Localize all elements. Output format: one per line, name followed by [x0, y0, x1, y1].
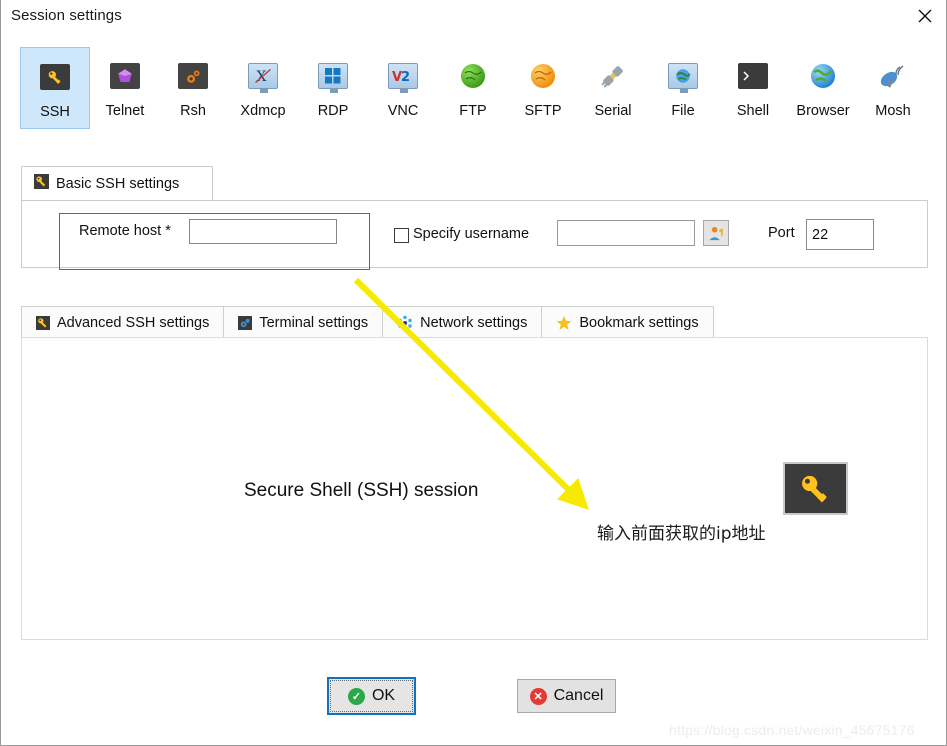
user-key-icon-button[interactable] — [703, 220, 729, 246]
yellow-key-icon — [34, 174, 49, 194]
tab-label: Bookmark settings — [579, 314, 699, 331]
protocol-label: Shell — [736, 103, 770, 119]
protocol-label: Telnet — [105, 103, 145, 119]
check-circle-icon: ✓ — [347, 687, 365, 705]
ok-button[interactable]: ✓ OK — [327, 677, 416, 715]
port-label: Port — [768, 225, 795, 241]
protocol-label: SFTP — [524, 103, 562, 119]
watermark: https://blog.csdn.net/weixin_45675176 — [669, 722, 915, 738]
star-icon — [556, 315, 572, 331]
key-icon — [783, 462, 848, 515]
protocol-label: RDP — [317, 103, 349, 119]
protocol-shell[interactable]: Shell — [718, 47, 788, 129]
plug-icon — [596, 59, 630, 93]
protocol-sftp[interactable]: SFTP — [508, 47, 578, 129]
tab-bookmark-settings[interactable]: Bookmark settings — [541, 306, 714, 338]
protocol-rsh[interactable]: Rsh — [158, 47, 228, 129]
remote-host-label: Remote host * — [79, 223, 171, 239]
terminal-icon — [736, 59, 770, 93]
tab-label: Network settings — [420, 314, 528, 331]
window-title: Session settings — [11, 7, 122, 24]
protocol-serial[interactable]: Serial — [578, 47, 648, 129]
protocol-vnc[interactable]: V2 VNC — [368, 47, 438, 129]
protocol-label: Mosh — [875, 103, 911, 119]
title-bar: Session settings — [1, 0, 946, 35]
protocol-rdp[interactable]: RDP — [298, 47, 368, 129]
globe-monitor-icon — [666, 59, 700, 93]
terminal-gear-icon — [238, 315, 253, 330]
protocol-label: FTP — [459, 103, 487, 119]
svg-text:2: 2 — [401, 70, 410, 85]
protocol-ftp[interactable]: FTP — [438, 47, 508, 129]
protocol-file[interactable]: File — [648, 47, 718, 129]
protocol-mosh[interactable]: Mosh — [858, 47, 928, 129]
key-icon — [38, 60, 72, 94]
session-caption: Secure Shell (SSH) session — [244, 480, 479, 501]
vnc-monitor-icon: V2 — [386, 59, 420, 93]
tab-terminal-settings[interactable]: Terminal settings — [223, 306, 384, 338]
port-spinner[interactable]: ▲ ▼ — [806, 219, 946, 250]
close-icon — [918, 9, 932, 23]
cancel-button[interactable]: ✕ Cancel — [517, 679, 616, 713]
ok-label: OK — [371, 687, 396, 704]
protocol-label: Rsh — [180, 103, 206, 119]
yellow-key-icon — [36, 315, 50, 330]
protocol-label: Xdmcp — [240, 103, 286, 119]
tab-advanced-ssh-settings[interactable]: Advanced SSH settings — [21, 306, 225, 338]
orange-gears-icon — [176, 59, 210, 93]
orange-globe-icon — [526, 59, 560, 93]
cancel-label: Cancel — [553, 687, 604, 704]
protocol-browser[interactable]: Browser — [788, 47, 858, 129]
tab-label: Terminal settings — [259, 314, 369, 331]
protocol-ssh[interactable]: SSH — [20, 47, 90, 129]
user-key-icon — [708, 226, 723, 240]
protocol-xdmcp[interactable]: X Xdmcp — [228, 47, 298, 129]
tab-network-settings[interactable]: Network settings — [382, 306, 543, 338]
sub-tab-bar: Advanced SSH settings Terminal settings — [21, 306, 928, 338]
specify-username-label: Specify username — [413, 226, 530, 242]
protocol-label: VNC — [387, 103, 419, 119]
network-dots-icon — [397, 315, 413, 331]
remote-host-input[interactable] — [189, 219, 337, 244]
annotation-text: 输入前面获取的ip地址 — [597, 524, 766, 544]
purple-gem-icon — [108, 59, 142, 93]
tab-label: Advanced SSH settings — [57, 314, 210, 331]
username-input[interactable] — [557, 220, 695, 246]
protocol-label: SSH — [40, 104, 70, 120]
blue-globe-icon — [806, 59, 840, 93]
x-circle-icon: ✕ — [529, 687, 547, 705]
protocol-telnet[interactable]: Telnet — [90, 47, 160, 129]
tab-basic-ssh-settings[interactable]: Basic SSH settings — [21, 166, 213, 201]
satellite-dish-icon — [876, 59, 910, 93]
windows-monitor-icon — [316, 59, 350, 93]
x-monitor-icon: X — [246, 59, 280, 93]
protocol-label: File — [671, 103, 695, 119]
tab-label: Basic SSH settings — [56, 176, 180, 192]
specify-username-checkbox[interactable] — [394, 228, 409, 243]
protocol-label: Serial — [594, 103, 632, 119]
protocol-label: Browser — [796, 103, 850, 119]
close-button[interactable] — [902, 0, 946, 32]
port-input[interactable] — [807, 220, 946, 249]
session-settings-dialog: Session settings SSH Telnet Rsh Xdmcp RD… — [0, 0, 947, 746]
green-globe-icon — [456, 59, 490, 93]
protocol-selector: SSH Telnet Rsh X Xdmc — [1, 37, 946, 147]
